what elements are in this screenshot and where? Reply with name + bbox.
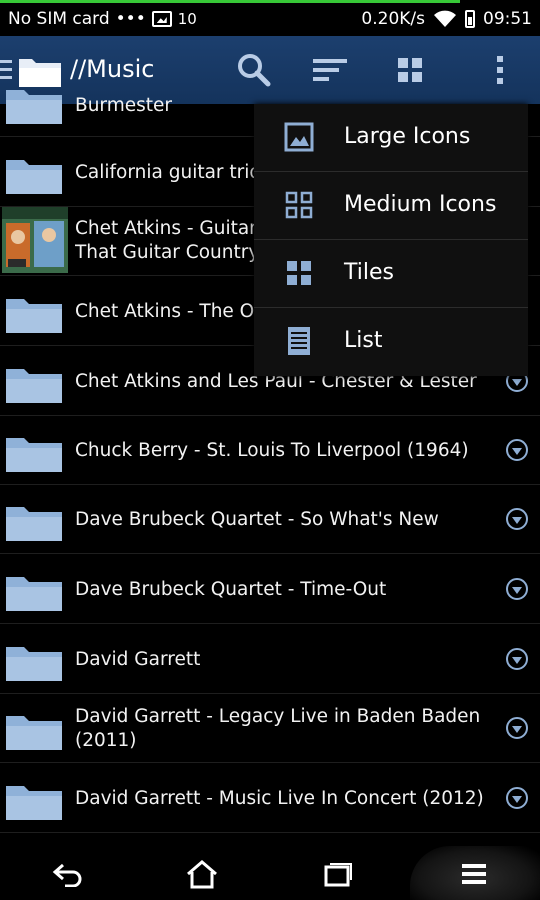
system-nav-bar — [0, 846, 540, 900]
home-button[interactable] — [172, 854, 232, 894]
menu-item-list[interactable]: List — [254, 308, 528, 376]
item-name: David Garrett — [75, 649, 201, 670]
item-name: Dave Brubeck Quartet - Time-Out — [75, 579, 387, 600]
list-item[interactable]: David Garrett - Legacy Live in Baden Bad… — [0, 694, 540, 763]
folder-icon — [6, 716, 62, 750]
menu-item-tiles[interactable]: Tiles — [254, 240, 528, 308]
clock: 09:51 — [483, 9, 532, 29]
notification-dots: ••• — [115, 9, 146, 29]
item-name: David Garrett - Music Live In Concert (2… — [75, 788, 484, 809]
folder-icon — [6, 90, 62, 124]
status-bar: No SIM card ••• 10 0.20K/s 09:51 — [0, 0, 540, 36]
menu-item-label: Tiles — [344, 260, 394, 285]
folder-icon — [6, 507, 62, 541]
carrier-label: No SIM card — [8, 9, 110, 29]
expand-chevron-icon[interactable] — [506, 787, 528, 809]
network-speed: 0.20K/s — [361, 9, 425, 29]
item-name-line2: (2011) — [75, 730, 137, 751]
expand-chevron-icon[interactable] — [506, 508, 528, 530]
menu-button[interactable] — [444, 854, 504, 894]
view-mode-menu: Large Icons Medium Icons Tiles List — [254, 104, 528, 376]
menu-item-medium-icons[interactable]: Medium Icons — [254, 172, 528, 240]
menu-icon — [462, 864, 486, 884]
tiles-icon — [287, 261, 311, 285]
back-icon — [52, 863, 82, 887]
grid-outline-icon — [285, 191, 313, 219]
list-item[interactable]: David Garrett - Music Live In Concert (2… — [0, 764, 540, 833]
item-name: Chuck Berry - St. Louis To Liverpool (19… — [75, 440, 469, 461]
folder-icon — [6, 160, 62, 194]
battery-icon — [465, 10, 475, 28]
expand-chevron-icon[interactable] — [506, 648, 528, 670]
list-item[interactable]: Dave Brubeck Quartet - So What's New — [0, 485, 540, 554]
menu-item-large-icons[interactable]: Large Icons — [254, 104, 528, 172]
image-icon — [284, 122, 314, 152]
expand-chevron-icon[interactable] — [506, 578, 528, 600]
menu-item-label: List — [344, 328, 383, 353]
wifi-icon — [434, 10, 456, 27]
folder-icon — [6, 299, 62, 333]
item-name: Dave Brubeck Quartet - So What's New — [75, 509, 439, 530]
list-icon — [288, 327, 310, 355]
list-item[interactable]: Chuck Berry - St. Louis To Liverpool (19… — [0, 416, 540, 485]
album-art-thumbnail — [2, 207, 68, 273]
recent-apps-icon — [324, 863, 352, 887]
folder-icon — [6, 369, 62, 403]
folder-icon — [6, 577, 62, 611]
gallery-notification-icon — [151, 11, 172, 27]
list-item[interactable]: Dave Brubeck Quartet - Time-Out — [0, 555, 540, 624]
status-accent-line — [0, 0, 460, 3]
home-icon — [187, 860, 217, 889]
recent-apps-button[interactable] — [308, 854, 368, 894]
back-button[interactable] — [38, 854, 98, 894]
folder-icon — [6, 786, 62, 820]
menu-item-label: Medium Icons — [344, 192, 497, 217]
folder-icon — [6, 647, 62, 681]
list-item[interactable]: David Garrett — [0, 625, 540, 694]
folder-icon — [6, 438, 62, 472]
item-name-line1: David Garrett - Legacy Live in Baden Bad… — [75, 706, 481, 727]
expand-chevron-icon[interactable] — [506, 439, 528, 461]
menu-item-label: Large Icons — [344, 124, 471, 149]
expand-chevron-icon[interactable] — [506, 717, 528, 739]
signal-strength-text: 10 — [177, 10, 197, 28]
